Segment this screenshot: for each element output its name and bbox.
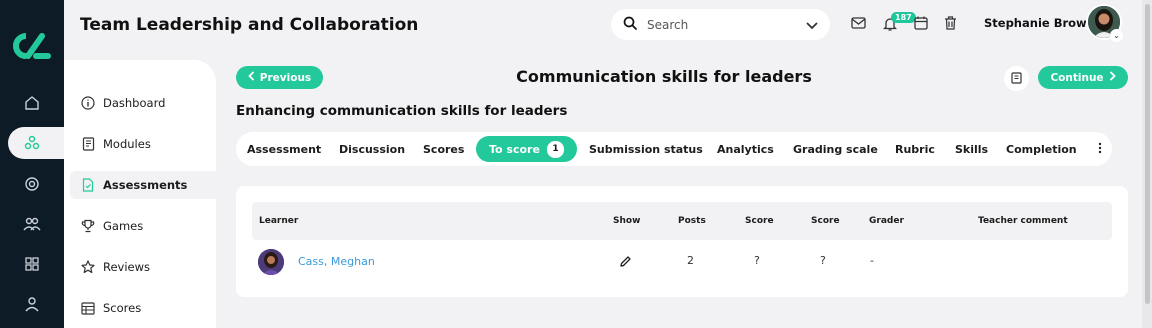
sidebar-item-scores[interactable]: Scores	[70, 294, 216, 322]
mail-icon[interactable]	[849, 14, 867, 32]
edit-icon[interactable]	[619, 255, 632, 271]
chevron-down-icon[interactable]	[806, 15, 818, 34]
sidebar-item-label: Games	[103, 219, 144, 233]
previous-button-label: Previous	[259, 71, 312, 84]
users-icon[interactable]	[20, 212, 44, 236]
previous-button[interactable]: Previous	[236, 66, 323, 89]
column-header-grader: Grader	[869, 216, 904, 226]
tab-discussion[interactable]: Discussion	[339, 132, 405, 166]
tab-analytics[interactable]: Analytics	[717, 132, 774, 166]
posts-value: 2	[687, 254, 694, 267]
user-name: Stephanie Brown	[984, 16, 1095, 30]
chevron-right-icon	[1109, 71, 1116, 84]
book-icon	[1011, 69, 1022, 88]
grader-value: -	[870, 254, 874, 267]
sidebar-item-dashboard[interactable]: Dashboard	[70, 89, 216, 117]
search-input[interactable]: Search	[647, 18, 806, 32]
tab-skills[interactable]: Skills	[955, 132, 988, 166]
tab-completion[interactable]: Completion	[1006, 132, 1077, 166]
sidebar-item-reviews[interactable]: Reviews	[70, 253, 216, 281]
learner-name-link[interactable]: Cass, Meghan	[298, 255, 375, 268]
tab-scores[interactable]: Scores	[423, 132, 464, 166]
tab-rubric[interactable]: Rubric	[895, 132, 935, 166]
trophy-icon	[80, 218, 96, 234]
target-icon[interactable]	[20, 172, 44, 196]
column-header-posts: Posts	[678, 216, 706, 226]
continue-button[interactable]: Continue	[1038, 66, 1128, 89]
sidebar-item-modules[interactable]: Modules	[70, 130, 216, 158]
search-bar[interactable]: Search	[611, 9, 830, 40]
tab-submission-status[interactable]: Submission status	[589, 132, 703, 166]
sidebar-item-label: Modules	[103, 137, 151, 151]
book-button[interactable]	[1004, 66, 1029, 91]
score-value: ?	[754, 254, 760, 267]
search-icon	[623, 15, 637, 34]
profile-icon[interactable]	[20, 292, 44, 316]
logo-icon[interactable]	[12, 32, 52, 60]
tab-count-badge: 1	[546, 140, 564, 158]
column-header-learner: Learner	[259, 216, 299, 226]
home-icon[interactable]	[20, 91, 44, 115]
book-icon	[80, 136, 96, 152]
sidebar-item-assessments[interactable]: Assessments	[70, 171, 216, 199]
score-value: ?	[820, 254, 826, 267]
tab-label: To score	[489, 142, 540, 156]
chevron-left-icon	[248, 71, 255, 84]
document-icon	[80, 177, 96, 193]
info-icon	[80, 95, 96, 111]
sidebar-item-label: Assessments	[103, 178, 188, 192]
trash-icon[interactable]	[941, 14, 959, 32]
page-title: Communication skills for leaders	[516, 67, 812, 86]
learner-avatar	[258, 249, 284, 275]
star-icon	[80, 259, 96, 275]
network-icon[interactable]	[20, 131, 44, 155]
sidebar-item-label: Dashboard	[103, 96, 166, 110]
table-icon	[80, 300, 96, 316]
column-header-show: Show	[613, 216, 641, 226]
calendar-icon[interactable]	[912, 14, 930, 32]
more-options-icon[interactable]	[1093, 141, 1107, 155]
sidebar-item-games[interactable]: Games	[70, 212, 216, 240]
app-title: Team Leadership and Collaboration	[80, 15, 419, 35]
column-header-teacher-comment: Teacher comment	[978, 216, 1068, 226]
column-header-score: Score	[811, 216, 840, 226]
sidebar-item-label: Reviews	[103, 260, 151, 274]
page-subtitle: Enhancing communication skills for leade…	[236, 103, 568, 119]
chevron-down-icon[interactable]: ⌄	[1110, 29, 1123, 42]
sidebar-item-label: Scores	[103, 301, 142, 315]
scrollbar-thumb[interactable]	[1145, 4, 1150, 304]
tab-to-score[interactable]: To score 1	[476, 136, 577, 162]
tab-assessment[interactable]: Assessment	[247, 132, 321, 166]
continue-button-label: Continue	[1050, 71, 1104, 84]
tab-grading-scale[interactable]: Grading scale	[793, 132, 878, 166]
column-header-score: Score	[745, 216, 774, 226]
grid-icon[interactable]	[20, 252, 44, 276]
